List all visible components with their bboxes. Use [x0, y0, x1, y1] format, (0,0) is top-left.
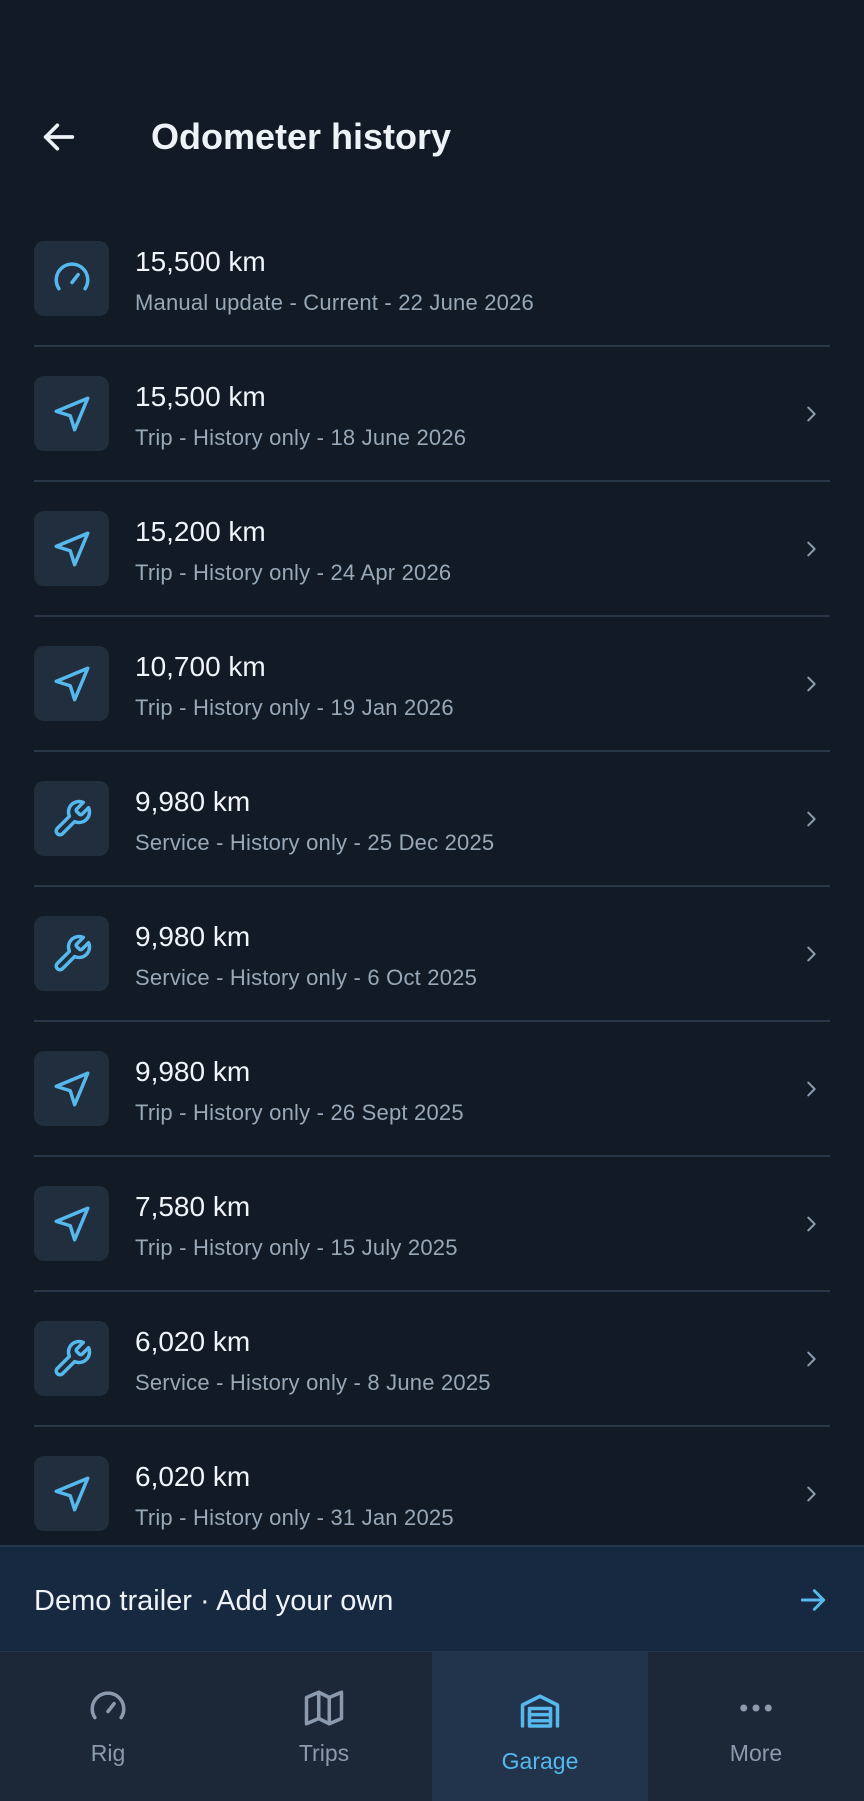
- garage-icon: [517, 1692, 563, 1732]
- entry-subtitle: Service - History only - 8 June 2025: [135, 1370, 491, 1395]
- odometer-value: 15,200 km: [135, 516, 266, 547]
- wrench-icon: [34, 781, 109, 856]
- list-item[interactable]: 10,700 km Trip - History only - 19 Jan 2…: [34, 617, 830, 752]
- odometer-value: 9,980 km: [135, 921, 251, 952]
- tab-garage[interactable]: Garage: [432, 1652, 648, 1801]
- navigation-icon: [34, 376, 109, 451]
- list-item: 15,500 km Manual update - Current - 22 J…: [34, 212, 830, 347]
- tab-label: Trips: [298, 1740, 350, 1766]
- tab-trips[interactable]: Trips: [216, 1652, 432, 1801]
- entry-subtitle: Trip - History only - 26 Sept 2025: [135, 1100, 464, 1125]
- entry-subtitle: Trip - History only - 18 June 2026: [135, 425, 467, 450]
- odometer-value: 9,980 km: [135, 786, 251, 817]
- navigation-icon: [34, 1456, 109, 1531]
- demo-banner[interactable]: Demo trailer · Add your own: [0, 1545, 864, 1653]
- tab-label: Rig: [90, 1740, 126, 1766]
- entry-subtitle: Trip - History only - 24 Apr 2026: [135, 560, 452, 585]
- tab-more[interactable]: More: [648, 1652, 864, 1801]
- list-item[interactable]: 9,980 km Trip - History only - 26 Sept 2…: [34, 1022, 830, 1157]
- entry-subtitle: Manual update - Current - 22 June 2026: [135, 290, 534, 315]
- list-item[interactable]: 15,500 km Trip - History only - 18 June …: [34, 347, 830, 482]
- navigation-icon: [34, 1051, 109, 1126]
- more-dots-icon: [733, 1688, 779, 1728]
- banner-text: Demo trailer · Add your own: [34, 1585, 394, 1617]
- chevron-right-icon: [798, 1344, 824, 1374]
- odometer-value: 10,700 km: [135, 651, 266, 682]
- navigation-icon: [34, 511, 109, 586]
- list-item[interactable]: 7,580 km Trip - History only - 15 July 2…: [34, 1157, 830, 1292]
- entry-subtitle: Trip - History only - 31 Jan 2025: [135, 1505, 454, 1530]
- chevron-right-icon: [798, 804, 824, 834]
- odometer-value: 9,980 km: [135, 1056, 251, 1087]
- chevron-right-icon: [798, 669, 824, 699]
- odometer-value: 7,580 km: [135, 1191, 251, 1222]
- chevron-right-icon: [798, 1479, 824, 1509]
- list-item[interactable]: 15,200 km Trip - History only - 24 Apr 2…: [34, 482, 830, 617]
- navigation-icon: [34, 646, 109, 721]
- arrow-right-icon: [796, 1583, 830, 1617]
- map-icon: [301, 1688, 347, 1728]
- odometer-value: 6,020 km: [135, 1326, 251, 1357]
- entry-subtitle: Trip - History only - 15 July 2025: [135, 1235, 458, 1260]
- wrench-icon: [34, 1321, 109, 1396]
- speedometer-icon: [34, 241, 109, 316]
- chevron-right-icon: [798, 399, 824, 429]
- speedometer-icon: [85, 1688, 131, 1728]
- back-button[interactable]: [34, 112, 84, 162]
- header: Odometer history: [0, 70, 864, 195]
- list-item[interactable]: 9,980 km Service - History only - 6 Oct …: [34, 887, 830, 1022]
- odometer-value: 15,500 km: [135, 246, 266, 277]
- bottom-nav: Rig Trips Garage More: [0, 1651, 864, 1801]
- tab-label: Garage: [501, 1748, 579, 1774]
- chevron-right-icon: [798, 1209, 824, 1239]
- chevron-right-icon: [798, 939, 824, 969]
- entry-subtitle: Service - History only - 25 Dec 2025: [135, 830, 495, 855]
- list-item[interactable]: 6,020 km Service - History only - 8 June…: [34, 1292, 830, 1427]
- chevron-right-icon: [798, 1074, 824, 1104]
- chevron-right-icon: [798, 534, 824, 564]
- odometer-value: 6,020 km: [135, 1461, 251, 1492]
- entry-subtitle: Trip - History only - 19 Jan 2026: [135, 695, 454, 720]
- arrow-left-icon: [43, 123, 75, 151]
- tab-rig[interactable]: Rig: [0, 1652, 216, 1801]
- page-title: Odometer history: [151, 116, 452, 157]
- list-item[interactable]: 6,020 km Trip - History only - 31 Jan 20…: [34, 1427, 830, 1562]
- odometer-value: 15,500 km: [135, 381, 266, 412]
- tab-label: More: [729, 1740, 783, 1766]
- navigation-icon: [34, 1186, 109, 1261]
- entry-subtitle: Service - History only - 6 Oct 2025: [135, 965, 478, 990]
- odometer-list: 15,500 km Manual update - Current - 22 J…: [0, 212, 864, 1562]
- list-item[interactable]: 9,980 km Service - History only - 25 Dec…: [34, 752, 830, 887]
- wrench-icon: [34, 916, 109, 991]
